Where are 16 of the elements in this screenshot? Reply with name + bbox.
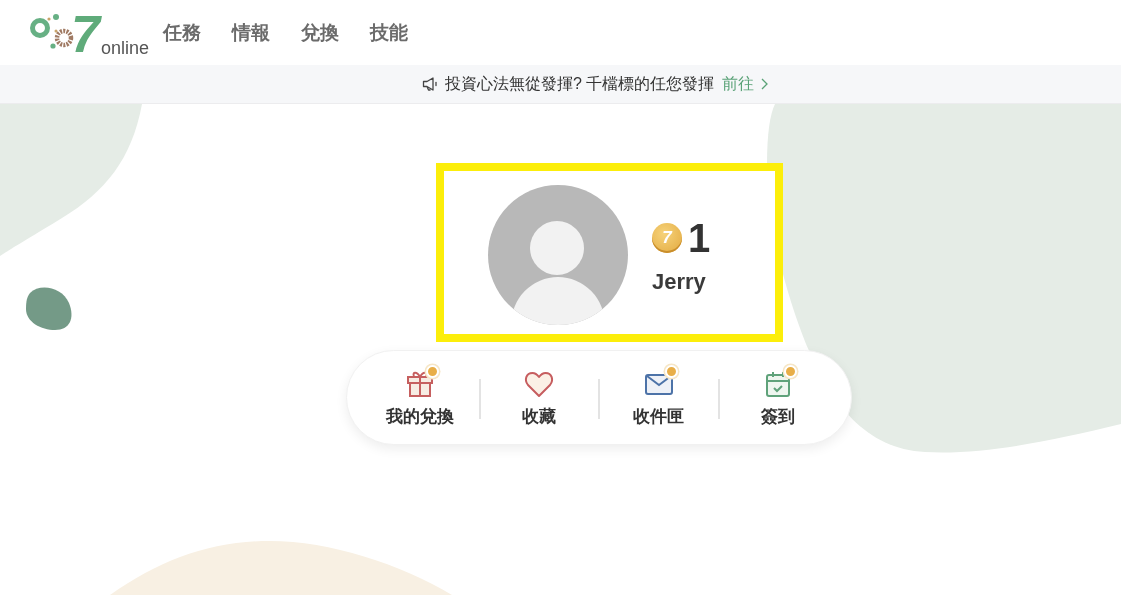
quick-action-button[interactable]: 收件匣 (600, 368, 718, 428)
notice-text: 投資心法無從發揮? 千檔標的任您發揮 (445, 73, 715, 94)
user-name: Jerry (652, 268, 707, 296)
quick-action-button[interactable]: 我的兌換 (361, 368, 479, 428)
quick-action-button[interactable]: 收藏 (480, 368, 598, 428)
quick-action-button[interactable]: 簽到 (719, 368, 837, 428)
chevron-right-icon (761, 78, 769, 90)
nav-link[interactable]: 任務 (162, 19, 201, 46)
coin-icon: 7 (652, 223, 682, 253)
nav-link[interactable]: 情報 (231, 19, 270, 46)
points-value: 1 (688, 218, 711, 258)
nav-link[interactable]: 兌換 (300, 19, 339, 46)
nav-link[interactable]: 技能 (369, 19, 408, 46)
megaphone-icon (422, 76, 438, 92)
background-blob (26, 287, 72, 330)
logo[interactable]: 7online (28, 6, 149, 59)
